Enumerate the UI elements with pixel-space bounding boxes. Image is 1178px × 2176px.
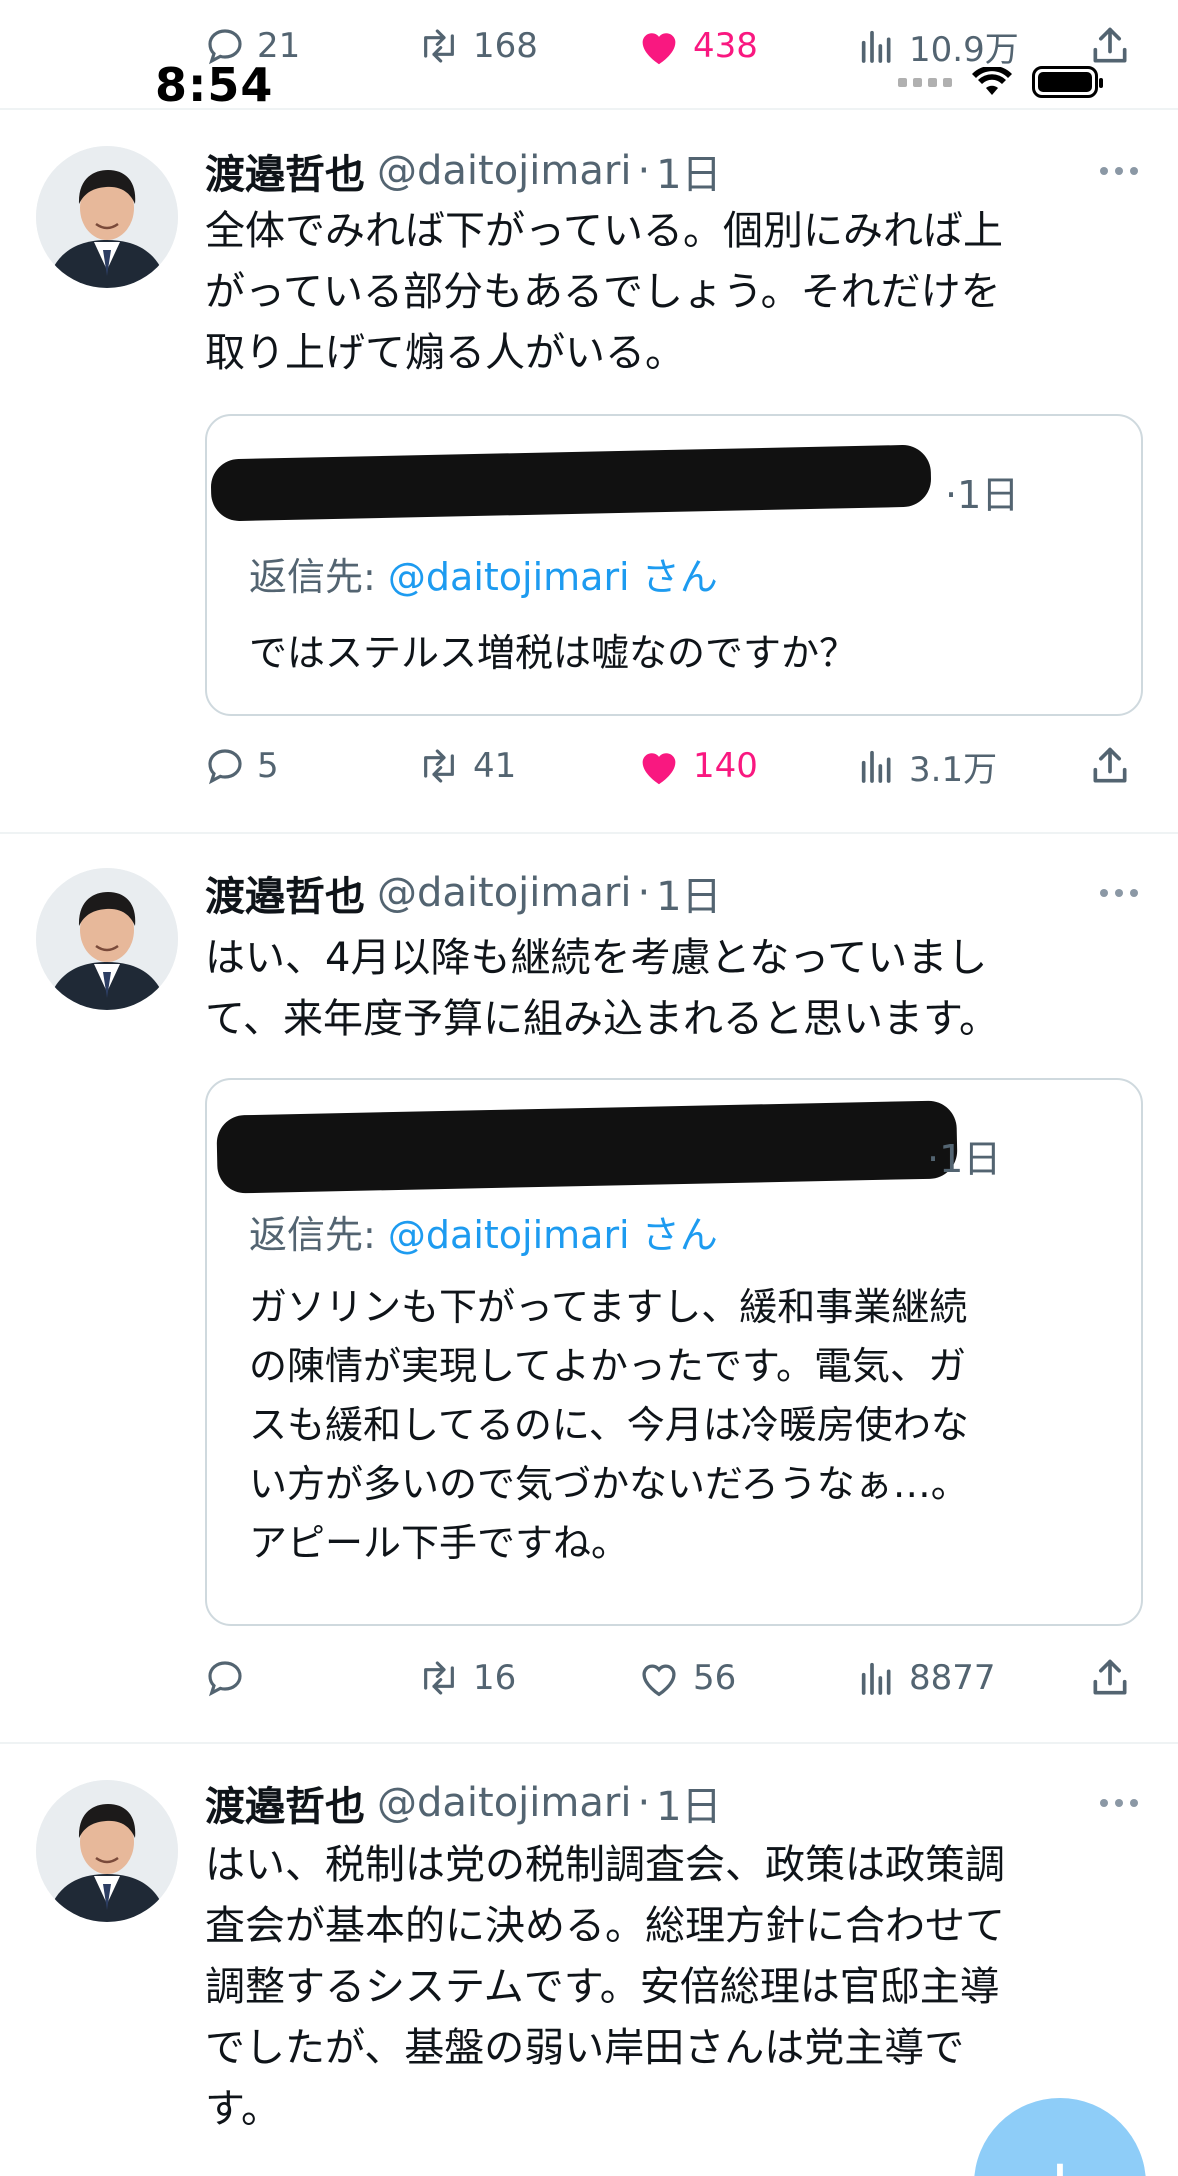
views-button[interactable]: 8877 [857, 1650, 996, 1706]
tweet-divider [0, 108, 1178, 110]
author-handle[interactable]: @daitojimari [377, 148, 631, 194]
reply-to-suffix: さん [641, 1213, 718, 1257]
like-button[interactable]: 56 [637, 1650, 736, 1706]
retweet-icon [424, 749, 454, 783]
tweet-text: 全体でみれば下がっている。個別にみれば上 がっている部分もあるでしょう。それだけ… [205, 208, 1003, 376]
avatar[interactable] [36, 868, 178, 1010]
heart-filled-icon [642, 753, 676, 785]
retweet-count: 168 [473, 26, 538, 66]
like-count: 438 [693, 26, 758, 66]
reply-icon [208, 749, 242, 785]
views-icon [861, 30, 891, 63]
reply-to-line: 返信先: @daitojimari さん [249, 546, 718, 601]
author-handle[interactable]: @daitojimari [377, 1780, 631, 1826]
retweet-button[interactable]: 168 [417, 18, 538, 74]
share-button[interactable] [1088, 18, 1132, 74]
retweet-count: 41 [473, 746, 517, 786]
like-button[interactable]: 438 [637, 18, 758, 74]
reply-to-label: 返信先: [249, 555, 376, 599]
reply-to-line: 返信先: @daitojimari さん [249, 1204, 718, 1259]
more-options-icon[interactable] [1100, 167, 1138, 175]
tweet-header: 渡邉哲也 @daitojimari · 1日 [205, 865, 722, 921]
tweet-actions: 5 41 140 3.1万 [205, 738, 1140, 794]
share-icon [1093, 1659, 1127, 1695]
retweet-icon [424, 1661, 454, 1695]
retweet-button[interactable]: 41 [417, 738, 516, 794]
quote-time: ·1日 [927, 1137, 1002, 1181]
reply-to-suffix: さん [641, 555, 718, 599]
tweet-time: 1日 [656, 152, 722, 198]
reply-count: 5 [257, 746, 279, 786]
views-count: 10.9万 [909, 29, 1019, 70]
reply-icon [208, 1661, 242, 1697]
views-button[interactable]: 3.1万 [857, 738, 997, 794]
retweet-count: 16 [473, 1658, 517, 1698]
reply-count: 21 [257, 26, 301, 66]
plus-icon: + [1031, 2143, 1090, 2176]
reply-button[interactable]: 21 [205, 18, 300, 74]
views-icon [861, 1662, 891, 1695]
heart-outline-icon [642, 1664, 676, 1697]
more-options-icon[interactable] [1100, 1799, 1138, 1807]
separator-dot: · [637, 870, 651, 916]
views-count: 8877 [909, 1658, 996, 1698]
tweet-text: はい、4月以降も継続を考慮となっていまし て、来年度予算に組み込まれると思います… [205, 935, 999, 1042]
views-count: 3.1万 [909, 749, 998, 790]
tweet-time: 1日 [656, 1784, 722, 1830]
reply-button[interactable]: 5 [205, 738, 279, 794]
like-button[interactable]: 140 [637, 738, 758, 794]
tweet-actions: 16 56 8877 [205, 1650, 1140, 1706]
reply-to-handle[interactable]: @daitojimari [388, 555, 630, 599]
reply-to-handle[interactable]: @daitojimari [388, 1213, 630, 1257]
tweet-actions: 21 168 438 10.9万 [205, 18, 1140, 74]
tweet-time: 1日 [656, 874, 722, 920]
more-options-icon[interactable] [1100, 889, 1138, 897]
author-name[interactable]: 渡邉哲也 [205, 1774, 365, 1832]
views-button[interactable]: 10.9万 [857, 18, 1019, 74]
share-button[interactable] [1088, 738, 1132, 794]
separator-dot: · [637, 148, 651, 194]
author-handle[interactable]: @daitojimari [377, 870, 631, 916]
quoted-tweet[interactable]: ·1日 返信先: @daitojimari さん ではステルス増税は嘘なのですか… [205, 414, 1143, 716]
quote-text: ガソリンも下がってますし、緩和事業継続 の陳情が実現してよかったです。電気、ガ … [249, 1285, 969, 1565]
quote-text: ではステルス増税は嘘なのですか？ [249, 631, 858, 675]
redaction-mark [210, 444, 932, 522]
retweet-button[interactable]: 16 [417, 1650, 516, 1706]
views-icon [861, 750, 891, 783]
cellular-signal-icon [898, 77, 952, 87]
tweet-divider [0, 1742, 1178, 1744]
separator-dot: · [637, 1780, 651, 1826]
tweet-header: 渡邉哲也 @daitojimari · 1日 [205, 1775, 722, 1831]
tweet-text: はい、税制は党の税制調査会、政策は政策調 査会が基本的に決める。総理方針に合わせ… [205, 1842, 1005, 2132]
share-icon [1093, 27, 1127, 63]
share-icon [1093, 747, 1127, 783]
like-count: 140 [693, 746, 758, 786]
avatar[interactable] [36, 146, 178, 288]
retweet-icon [424, 29, 454, 63]
reply-button[interactable] [205, 1650, 257, 1706]
quote-time: ·1日 [945, 473, 1020, 517]
tweet-header: 渡邉哲也 @daitojimari · 1日 [205, 143, 722, 199]
redaction-mark [216, 1100, 958, 1194]
tweet-divider [0, 832, 1178, 834]
reply-icon [208, 29, 242, 65]
quoted-tweet[interactable]: ·1日 返信先: @daitojimari さん ガソリンも下がってますし、緩和… [205, 1078, 1143, 1626]
like-count: 56 [693, 1658, 737, 1698]
share-button[interactable] [1088, 1650, 1132, 1706]
avatar[interactable] [36, 1780, 178, 1922]
heart-filled-icon [642, 33, 676, 65]
author-name[interactable]: 渡邉哲也 [205, 142, 365, 200]
author-name[interactable]: 渡邉哲也 [205, 864, 365, 922]
reply-to-label: 返信先: [249, 1213, 376, 1257]
